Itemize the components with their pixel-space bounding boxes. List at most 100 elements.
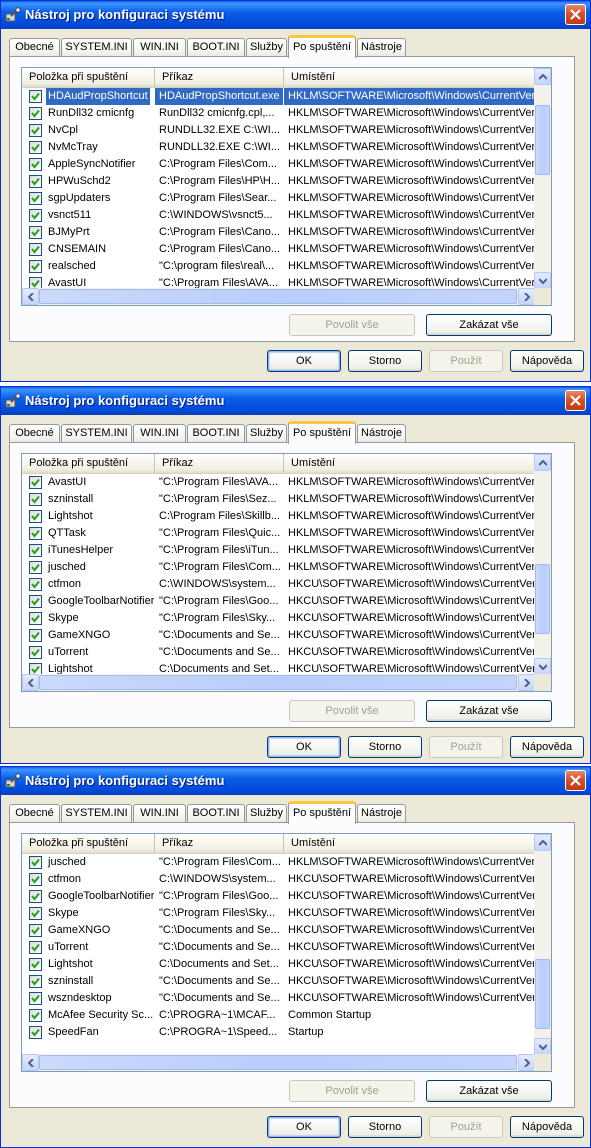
ok-button[interactable]: OK (267, 736, 341, 758)
tab-nástroje[interactable]: Nástroje (357, 804, 406, 823)
close-button[interactable] (565, 4, 586, 25)
list-item[interactable]: iTunesHelper "C:\Program Files\iTun... HKL… (22, 542, 535, 559)
list-item[interactable]: HDAudPropShortcut HDAudPropShortcut.exe HK… (22, 88, 535, 105)
list-item[interactable]: SpeedFan C:\PROGRA~1\Speed... Startup (22, 1024, 535, 1041)
list-item[interactable]: jusched "C:\Program Files\Com... HKLM\SOFT… (22, 854, 535, 871)
horizontal-scrollbar[interactable] (22, 288, 535, 305)
startup-checkbox[interactable] (29, 873, 42, 886)
startup-checkbox[interactable] (29, 646, 42, 659)
tab-obecné[interactable]: Obecné (9, 38, 60, 57)
startup-checkbox[interactable] (29, 192, 42, 205)
vertical-scroll-thumb[interactable] (535, 564, 550, 634)
column-header-command[interactable]: Příkaz (155, 834, 284, 853)
disable-all-button[interactable]: Zakázat vše (426, 700, 552, 722)
tab-služby[interactable]: Služby (246, 804, 287, 823)
scroll-right-button[interactable] (518, 674, 535, 691)
column-header-item[interactable]: Položka při spuštění (22, 454, 155, 473)
tab-boot-ini[interactable]: BOOT.INI (187, 804, 245, 823)
startup-checkbox[interactable] (29, 958, 42, 971)
startup-checkbox[interactable] (29, 544, 42, 557)
list-item[interactable]: GoogleToolbarNotifier "C:\Program Files\G… (22, 888, 535, 905)
disable-all-button[interactable]: Zakázat vše (426, 314, 552, 336)
startup-list[interactable]: Položka při spuštění Příkaz Umístění HDAudP… (21, 67, 552, 306)
list-item[interactable]: McAfee Security Sc... C:\PROGRA~1\MCAF...… (22, 1007, 535, 1024)
list-item[interactable]: uTorrent "C:\Documents and Se... HKCU\SOFT… (22, 644, 535, 661)
vertical-scrollbar[interactable] (534, 68, 551, 289)
tab-win-ini[interactable]: WIN.INI (133, 804, 186, 823)
scroll-right-button[interactable] (518, 1054, 535, 1071)
column-header-command[interactable]: Příkaz (155, 68, 284, 87)
column-header-item[interactable]: Položka při spuštění (22, 834, 155, 853)
vertical-scrollbar[interactable] (534, 834, 551, 1055)
startup-checkbox[interactable] (29, 1026, 42, 1039)
startup-checkbox[interactable] (29, 175, 42, 188)
tab-win-ini[interactable]: WIN.INI (133, 38, 186, 57)
scroll-left-button[interactable] (22, 674, 39, 691)
list-item[interactable]: NvCpl RUNDLL32.EXE C:\WI... HKLM\SOFTWARE\… (22, 122, 535, 139)
scroll-up-button[interactable] (534, 454, 551, 471)
apply-button[interactable]: Použít (429, 736, 503, 758)
list-item[interactable]: HPWuSchd2 C:\Program Files\HP\H... HKLM\SO… (22, 173, 535, 190)
scroll-up-button[interactable] (534, 834, 551, 851)
scroll-up-button[interactable] (534, 68, 551, 85)
tab-boot-ini[interactable]: BOOT.INI (187, 424, 245, 443)
startup-checkbox[interactable] (29, 924, 42, 937)
tab-system-ini[interactable]: SYSTEM.INI (61, 38, 132, 57)
vertical-scroll-thumb[interactable] (535, 105, 550, 175)
list-item[interactable]: NvMcTray RUNDLL32.EXE C:\WI... HKLM\SOFTWA… (22, 139, 535, 156)
list-item[interactable]: Skype "C:\Program Files\Sky... HKCU\SOFTWA… (22, 905, 535, 922)
list-item[interactable]: realsched "C:\program files\real\... HKLM\… (22, 258, 535, 275)
startup-checkbox[interactable] (29, 1009, 42, 1022)
list-item[interactable]: AvastUI "C:\Program Files\AVA... HKLM\SOFT… (22, 474, 535, 491)
startup-checkbox[interactable] (29, 890, 42, 903)
tab-po-spuštění[interactable]: Po spuštění (288, 801, 356, 824)
startup-checkbox[interactable] (29, 975, 42, 988)
column-header-location[interactable]: Umístění (284, 454, 535, 473)
startup-checkbox[interactable] (29, 107, 42, 120)
ok-button[interactable]: OK (267, 350, 341, 372)
startup-checkbox[interactable] (29, 260, 42, 273)
tab-služby[interactable]: Služby (246, 424, 287, 443)
startup-checkbox[interactable] (29, 243, 42, 256)
column-header-location[interactable]: Umístění (284, 68, 535, 87)
enable-all-button[interactable]: Povolit vše (289, 314, 415, 336)
list-item[interactable]: wszndesktop "C:\Documents and Se... HKCU\S… (22, 990, 535, 1007)
vertical-scroll-thumb[interactable] (535, 959, 550, 1029)
tab-nástroje[interactable]: Nástroje (357, 38, 406, 57)
column-header-command[interactable]: Příkaz (155, 454, 284, 473)
startup-list[interactable]: Položka při spuštění Příkaz Umístění jusche… (21, 833, 552, 1072)
tab-system-ini[interactable]: SYSTEM.INI (61, 804, 132, 823)
cancel-button[interactable]: Storno (348, 736, 422, 758)
enable-all-button[interactable]: Povolit vše (289, 1080, 415, 1102)
scroll-left-button[interactable] (22, 1054, 39, 1071)
column-header-item[interactable]: Položka při spuštění (22, 68, 155, 87)
list-item[interactable]: GameXNGO "C:\Documents and Se... HKCU\SOFT… (22, 627, 535, 644)
scroll-down-button[interactable] (534, 1038, 551, 1055)
startup-checkbox[interactable] (29, 124, 42, 137)
tab-win-ini[interactable]: WIN.INI (133, 424, 186, 443)
startup-checkbox[interactable] (29, 493, 42, 506)
list-item[interactable]: ctfmon C:\WINDOWS\system... HKCU\SOFTWARE\… (22, 576, 535, 593)
startup-list[interactable]: Položka při spuštění Příkaz Umístění AvastU… (21, 453, 552, 692)
startup-checkbox[interactable] (29, 856, 42, 869)
vertical-scrollbar[interactable] (534, 454, 551, 675)
tab-obecné[interactable]: Obecné (9, 804, 60, 823)
help-button[interactable]: Nápověda (510, 1116, 584, 1138)
startup-checkbox[interactable] (29, 612, 42, 625)
list-item[interactable]: Lightshot C:\Documents and Set... HKCU\SOF… (22, 956, 535, 973)
tab-obecné[interactable]: Obecné (9, 424, 60, 443)
startup-checkbox[interactable] (29, 158, 42, 171)
help-button[interactable]: Nápověda (510, 736, 584, 758)
close-button[interactable] (565, 770, 586, 791)
tab-služby[interactable]: Služby (246, 38, 287, 57)
disable-all-button[interactable]: Zakázat vše (426, 1080, 552, 1102)
column-header-location[interactable]: Umístění (284, 834, 535, 853)
ok-button[interactable]: OK (267, 1116, 341, 1138)
scroll-down-button[interactable] (534, 272, 551, 289)
startup-checkbox[interactable] (29, 226, 42, 239)
startup-checkbox[interactable] (29, 90, 42, 103)
close-button[interactable] (565, 390, 586, 411)
apply-button[interactable]: Použít (429, 350, 503, 372)
title-bar[interactable]: Nástroj pro konfiguraci systému (1, 1, 590, 29)
tab-po-spuštění[interactable]: Po spuštění (288, 35, 356, 58)
